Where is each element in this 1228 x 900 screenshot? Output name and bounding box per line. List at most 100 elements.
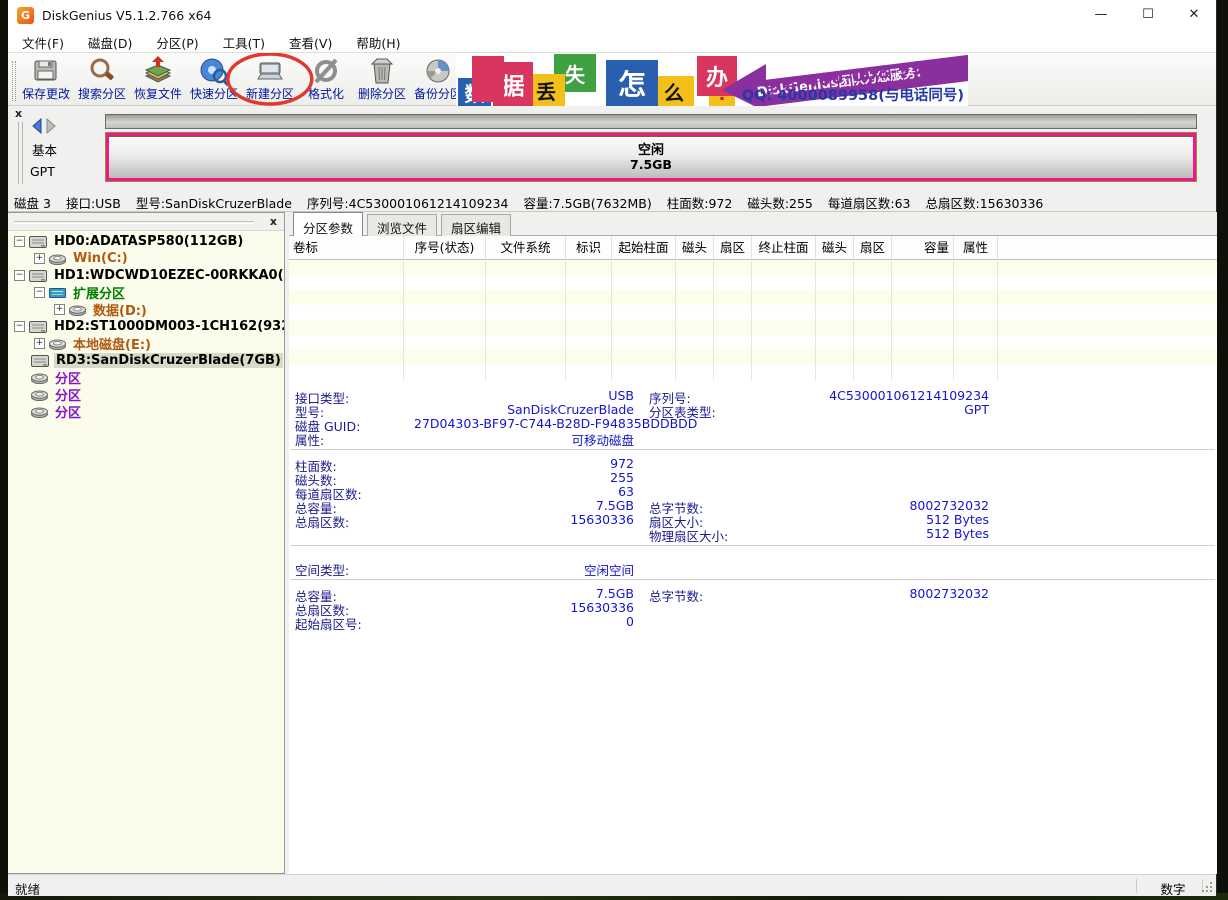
- table-cell: [486, 320, 566, 335]
- table-cell: [954, 260, 998, 275]
- collapse-icon[interactable]: −: [14, 321, 25, 332]
- panel-grip[interactable]: [18, 122, 23, 184]
- table-cell: [892, 275, 954, 290]
- column-header-扇区[interactable]: 扇区: [714, 236, 752, 260]
- column-header-起始柱面[interactable]: 起始柱面: [612, 236, 676, 260]
- table-cell: [289, 335, 404, 350]
- table-cell: [566, 260, 612, 275]
- detail-row: 总扇区数:15630336: [289, 600, 1217, 614]
- expand-icon[interactable]: +: [34, 253, 45, 264]
- table-cell: [566, 365, 612, 380]
- detail-value: 15630336: [414, 600, 634, 615]
- table-row-empty: [289, 260, 1217, 275]
- table-cell: [566, 335, 612, 350]
- column-header-磁头[interactable]: 磁头: [816, 236, 854, 260]
- table-cell: [714, 365, 752, 380]
- table-cell: [752, 320, 816, 335]
- column-header-卷标[interactable]: 卷标: [289, 236, 404, 260]
- toolbar-button-新建分区[interactable]: 新建分区: [242, 54, 298, 106]
- tab-浏览文件[interactable]: 浏览文件: [367, 214, 437, 236]
- menu-item-5[interactable]: 帮助(H): [346, 30, 410, 52]
- prev-disk-icon: [33, 119, 41, 133]
- tree-item-HD1:WDCWD10EZEC-00RKKA0(932GB)[interactable]: −HD1:WDCWD10EZEC-00RKKA0(932GB): [8, 267, 284, 284]
- toolbar-button-恢复文件[interactable]: 恢复文件: [130, 54, 186, 106]
- label-gpt[interactable]: GPT: [30, 164, 55, 179]
- collapse-icon[interactable]: −: [14, 270, 25, 281]
- table-cell: [486, 260, 566, 275]
- table-cell: [954, 335, 998, 350]
- collapse-icon[interactable]: −: [34, 287, 45, 298]
- toolbar-button-label: 格式化: [298, 85, 354, 102]
- resize-grip[interactable]: [1201, 881, 1214, 894]
- free-partition-bar[interactable]: 空闲 7.5GB: [105, 132, 1197, 182]
- table-cell: [566, 320, 612, 335]
- tree-panel-grip[interactable]: [14, 221, 254, 224]
- column-header-终止柱面[interactable]: 终止柱面: [752, 236, 816, 260]
- disk-map-strip[interactable]: [105, 114, 1197, 129]
- tree-item-HD2:ST1000DM003-1CH162(932GB)[interactable]: − HD2:ST1000DM003-1CH162(932GB): [8, 318, 284, 335]
- banner-ad: !办么怎失丢据数 DiskGenius团队为您服务! 致电: 400-008-9…: [456, 54, 968, 106]
- table-cell: [752, 350, 816, 365]
- table-cell: [566, 275, 612, 290]
- tab-分区参数[interactable]: 分区参数: [293, 212, 363, 236]
- table-cell: [289, 260, 404, 275]
- tree-item-本地磁盘(E:)[interactable]: + 本地磁盘(E:): [8, 335, 284, 352]
- menu-item-4[interactable]: 查看(V): [279, 30, 342, 52]
- table-cell: [816, 305, 854, 320]
- toolbar-grip: [12, 61, 16, 101]
- menu-item-0[interactable]: 文件(F): [12, 30, 74, 52]
- tree-item-RD3:SanDiskCruzerBlade(7GB)[interactable]: RD3:SanDiskCruzerBlade(7GB): [8, 352, 284, 369]
- toolbar-button-删除分区[interactable]: 删除分区: [354, 54, 410, 106]
- column-header-标识[interactable]: 标识: [566, 236, 612, 260]
- tree-item-分区[interactable]: 分区: [8, 369, 284, 386]
- tree-item-数据(D:)[interactable]: +数据(D:): [8, 301, 284, 318]
- close-button[interactable]: ✕: [1174, 0, 1214, 30]
- tree-panel-close-icon[interactable]: x: [270, 215, 277, 228]
- column-header-属性[interactable]: 属性: [954, 236, 998, 260]
- toolbar-button-保存更改[interactable]: 保存更改: [18, 54, 74, 106]
- tree-item-扩展分区[interactable]: −扩展分区: [8, 284, 284, 301]
- tab-扇区编辑[interactable]: 扇区编辑: [441, 214, 511, 236]
- table-cell: [752, 290, 816, 305]
- table-cell: [676, 260, 714, 275]
- menu-item-2[interactable]: 分区(P): [146, 30, 208, 52]
- column-header-磁头[interactable]: 磁头: [676, 236, 714, 260]
- column-header-序号(状态)[interactable]: 序号(状态): [404, 236, 486, 260]
- table-cell: [486, 350, 566, 365]
- table-cell: [404, 305, 486, 320]
- label-basic[interactable]: 基本: [32, 140, 57, 159]
- table-cell: [954, 320, 998, 335]
- disk-info-segment: 容量:7.5GB(7632MB): [523, 196, 651, 211]
- menu-item-3[interactable]: 工具(T): [213, 30, 275, 52]
- disk-info-segment: 接口:USB: [66, 196, 121, 211]
- table-cell: [752, 305, 816, 320]
- expand-icon[interactable]: +: [54, 304, 65, 315]
- delete-icon: [367, 56, 397, 86]
- toolbar-button-快速分区[interactable]: 快速分区: [186, 54, 242, 106]
- tree-item-分区[interactable]: 分区: [8, 386, 284, 403]
- tree-item-Win(C:)[interactable]: + Win(C:): [8, 250, 284, 267]
- table-cell: [612, 290, 676, 305]
- minimize-button[interactable]: —: [1081, 0, 1121, 30]
- collapse-icon[interactable]: −: [14, 236, 25, 247]
- panel-close-icon[interactable]: x: [15, 107, 22, 120]
- disk-info-segment: 序列号:4C530001061214109234: [307, 196, 509, 211]
- toolbar-button-搜索分区[interactable]: 搜索分区: [74, 54, 130, 106]
- column-header-文件系统[interactable]: 文件系统: [486, 236, 566, 260]
- table-cell: [892, 365, 954, 380]
- tree-item-HD0:ADATASP580(112GB)[interactable]: −HD0:ADATASP580(112GB): [8, 233, 284, 250]
- detail-row: 总扇区数:15630336扇区大小:512 Bytes: [289, 512, 1217, 526]
- expand-icon[interactable]: +: [34, 338, 45, 349]
- tree-item-label: 本地磁盘(E:): [71, 334, 153, 353]
- column-header-容量[interactable]: 容量: [892, 236, 954, 260]
- toolbar-button-格式化[interactable]: 格式化: [298, 54, 354, 106]
- table-row-empty: [289, 320, 1217, 335]
- tree-item-label: Win(C:): [71, 251, 130, 266]
- menu-item-1[interactable]: 磁盘(D): [78, 30, 142, 52]
- column-header-扇区[interactable]: 扇区: [854, 236, 892, 260]
- maximize-button[interactable]: ☐: [1128, 0, 1168, 30]
- volume-icon: [31, 372, 48, 384]
- tree-item-分区[interactable]: 分区: [8, 403, 284, 420]
- tree-item-label: HD2:ST1000DM003-1CH162(932GB): [52, 319, 284, 334]
- disk-overview-panel: x 基本 GPT 空闲 7.5GB: [8, 106, 1216, 190]
